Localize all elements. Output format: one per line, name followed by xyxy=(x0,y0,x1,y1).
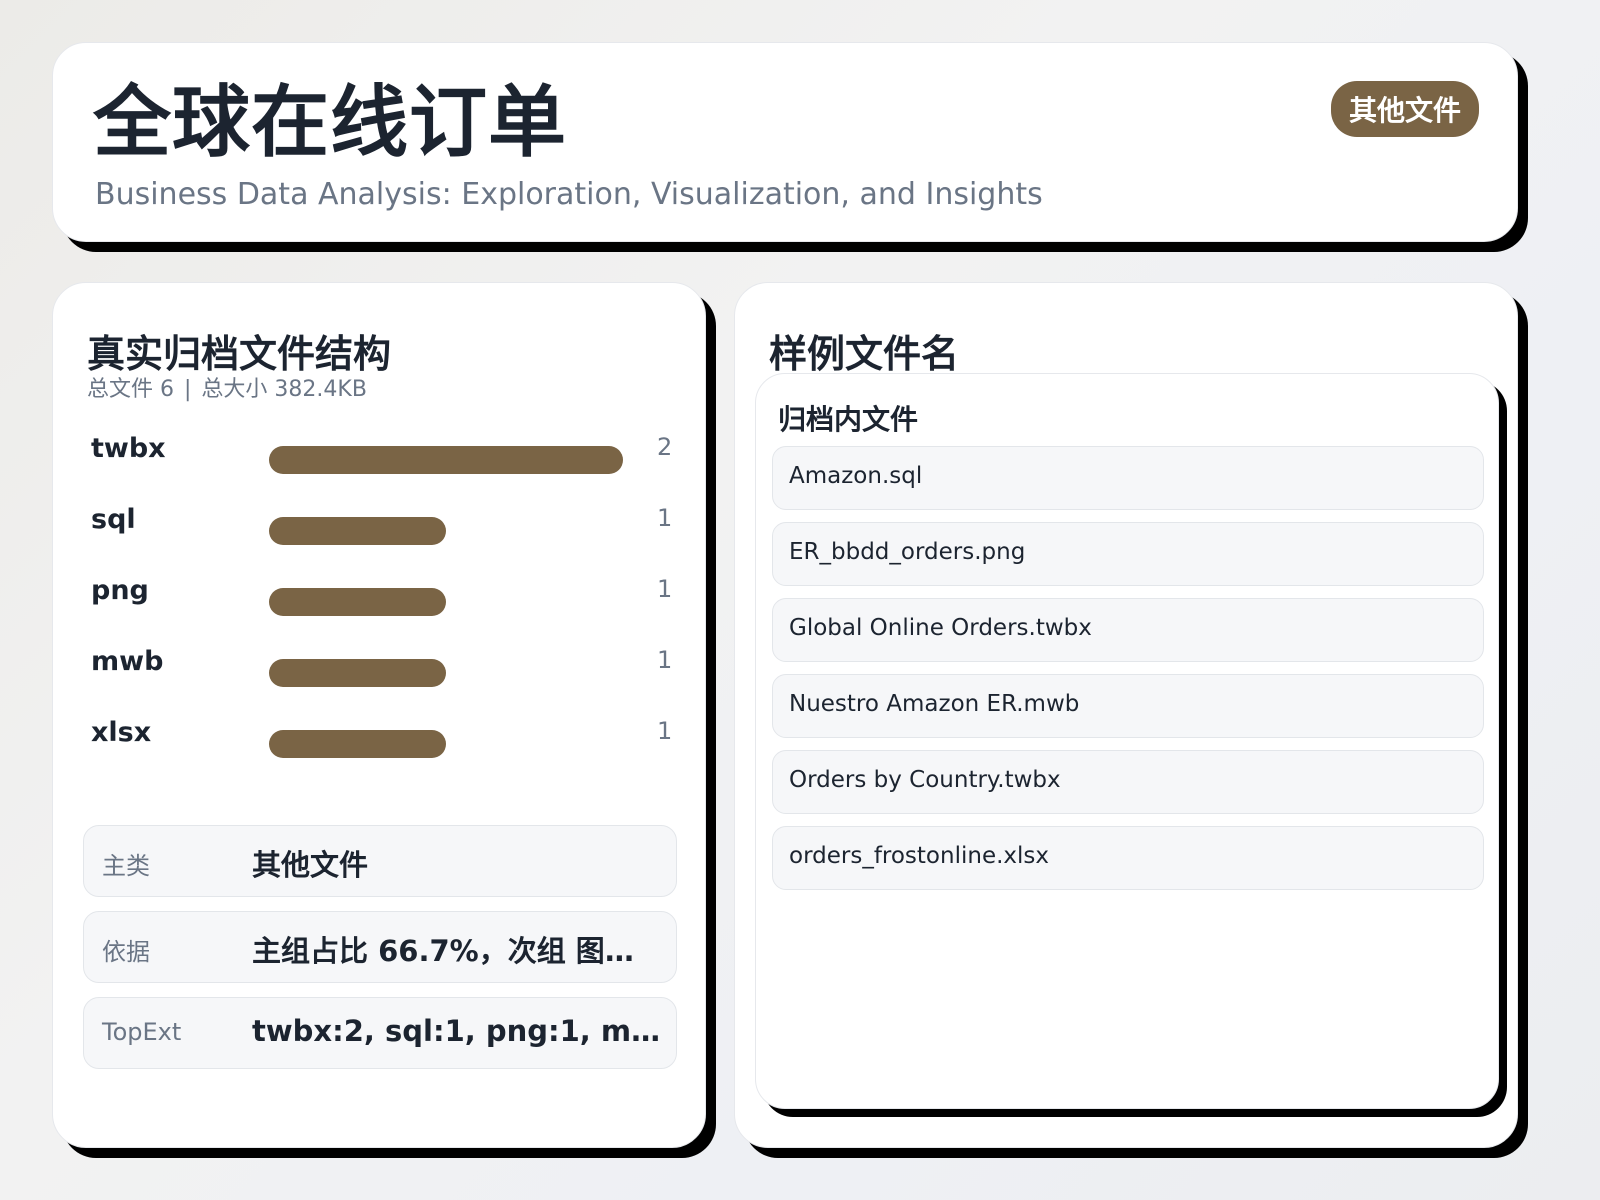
info-value: 其他文件 xyxy=(252,848,369,882)
file-name: Nuestro Amazon ER.mwb xyxy=(789,691,1080,717)
info-value: 主组占比 66.7%，次组 图像数... xyxy=(252,934,662,968)
file-name: ER_bbdd_orders.png xyxy=(789,539,1026,565)
ext-label: xlsx xyxy=(91,717,152,748)
info-row-basis: 依据 主组占比 66.7%，次组 图像数... xyxy=(83,911,677,983)
ext-count: 1 xyxy=(657,575,673,603)
file-name: Global Online Orders.twbx xyxy=(789,615,1092,641)
ext-count: 1 xyxy=(657,717,673,745)
file-item[interactable]: Orders by Country.twbx xyxy=(772,750,1484,814)
archive-files-title: 归档内文件 xyxy=(778,403,919,436)
ext-label: mwb xyxy=(91,646,164,677)
structure-meta: 总文件 6 | 总大小 382.4KB xyxy=(87,371,367,403)
page-subtitle: Business Data Analysis: Exploration, Vis… xyxy=(95,177,1043,212)
ext-label: png xyxy=(91,575,149,606)
info-key: 主类 xyxy=(102,852,150,880)
info-key: 依据 xyxy=(102,938,150,966)
file-item[interactable]: Amazon.sql xyxy=(772,446,1484,510)
meta-separator: | xyxy=(184,377,192,402)
archive-files-panel: 归档内文件 Amazon.sql ER_bbdd_orders.png Glob… xyxy=(755,373,1499,1109)
archive-structure-card: 真实归档文件结构 总文件 6 | 总大小 382.4KB twbx 2 sql 1 … xyxy=(52,282,706,1148)
ext-bar xyxy=(269,446,623,474)
file-name: Amazon.sql xyxy=(789,463,923,489)
ext-bar xyxy=(269,730,446,758)
ext-label: sql xyxy=(91,504,136,535)
ext-count: 1 xyxy=(657,646,673,674)
file-item[interactable]: ER_bbdd_orders.png xyxy=(772,522,1484,586)
file-item[interactable]: Nuestro Amazon ER.mwb xyxy=(772,674,1484,738)
info-key: TopExt xyxy=(102,1018,182,1046)
category-badge: 其他文件 xyxy=(1330,81,1479,137)
ext-bar-row: mwb 1 xyxy=(91,646,672,687)
ext-bar-row: png 1 xyxy=(91,575,672,616)
total-files: 总文件 6 xyxy=(87,377,174,402)
ext-count: 2 xyxy=(657,433,673,461)
ext-bar-row: sql 1 xyxy=(91,504,672,545)
header-card: 全球在线订单 Business Data Analysis: Explorati… xyxy=(52,42,1518,242)
ext-bar-row: xlsx 1 xyxy=(91,717,672,758)
info-value: twbx:2, sql:1, png:1, mwb:1, xyxy=(252,1014,662,1048)
ext-bar xyxy=(269,588,446,616)
total-size: 总大小 382.4KB xyxy=(201,377,367,402)
info-row-category: 主类 其他文件 xyxy=(83,825,677,897)
file-item[interactable]: Global Online Orders.twbx xyxy=(772,598,1484,662)
sample-files-card: 样例文件名 归档内文件 Amazon.sql ER_bbdd_orders.pn… xyxy=(734,282,1518,1148)
ext-bar-row: twbx 2 xyxy=(91,433,672,474)
file-name: orders_frostonline.xlsx xyxy=(789,843,1049,869)
ext-bar xyxy=(269,517,446,545)
page-title: 全球在线订单 xyxy=(93,78,568,168)
samples-title: 样例文件名 xyxy=(769,332,960,376)
ext-label: twbx xyxy=(91,433,166,464)
ext-bar xyxy=(269,659,446,687)
info-row-topext: TopExt twbx:2, sql:1, png:1, mwb:1, xyxy=(83,997,677,1069)
file-name: Orders by Country.twbx xyxy=(789,767,1061,793)
structure-title: 真实归档文件结构 xyxy=(87,332,392,376)
file-item[interactable]: orders_frostonline.xlsx xyxy=(772,826,1484,890)
ext-count: 1 xyxy=(657,504,673,532)
